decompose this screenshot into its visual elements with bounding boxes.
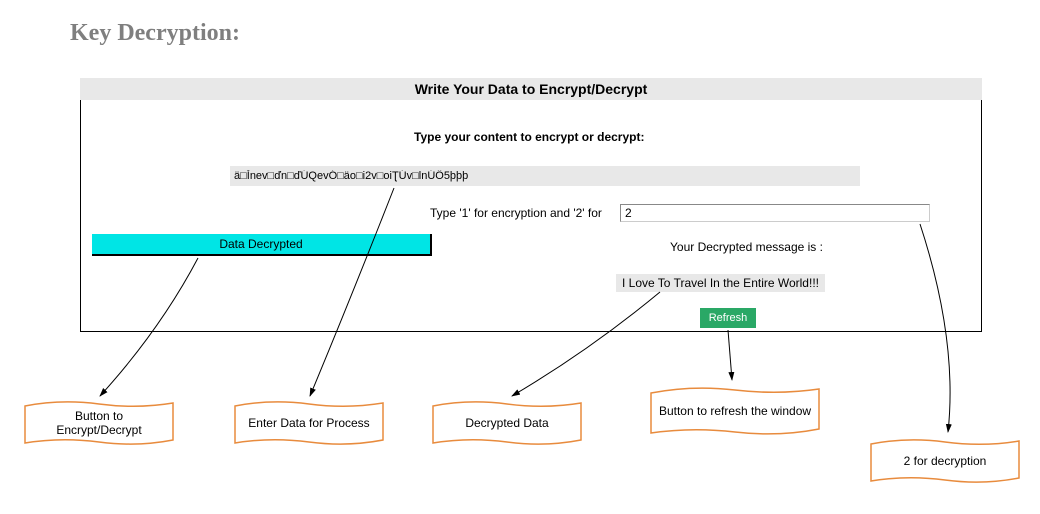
- callout-text: Button to Encrypt/Decrypt: [32, 409, 166, 437]
- data-input[interactable]: [230, 166, 860, 186]
- decrypt-button[interactable]: Data Decrypted: [92, 234, 432, 256]
- callout-decryption-mode: 2 for decryption: [870, 436, 1020, 486]
- callout-decrypted-data: Decrypted Data: [432, 398, 582, 448]
- mode-label: Type '1' for encryption and '2' for: [430, 206, 602, 220]
- refresh-button[interactable]: Refresh: [700, 308, 756, 328]
- mode-input[interactable]: [620, 204, 930, 222]
- callout-text: Decrypted Data: [465, 416, 548, 430]
- page-title: Key Decryption:: [70, 20, 240, 47]
- result-output: I Love To Travel In the Entire World!!!: [616, 274, 825, 292]
- prompt-label: Type your content to encrypt or decrypt:: [414, 130, 644, 144]
- banner-title: Write Your Data to Encrypt/Decrypt: [80, 78, 982, 100]
- callout-text: Button to refresh the window: [659, 404, 811, 418]
- result-label: Your Decrypted message is :: [670, 240, 823, 254]
- callout-encrypt-button: Button to Encrypt/Decrypt: [24, 398, 174, 448]
- callout-text: 2 for decryption: [904, 454, 987, 468]
- callout-text: Enter Data for Process: [248, 416, 369, 430]
- callout-refresh-button: Button to refresh the window: [650, 384, 820, 438]
- callout-enter-data: Enter Data for Process: [234, 398, 384, 448]
